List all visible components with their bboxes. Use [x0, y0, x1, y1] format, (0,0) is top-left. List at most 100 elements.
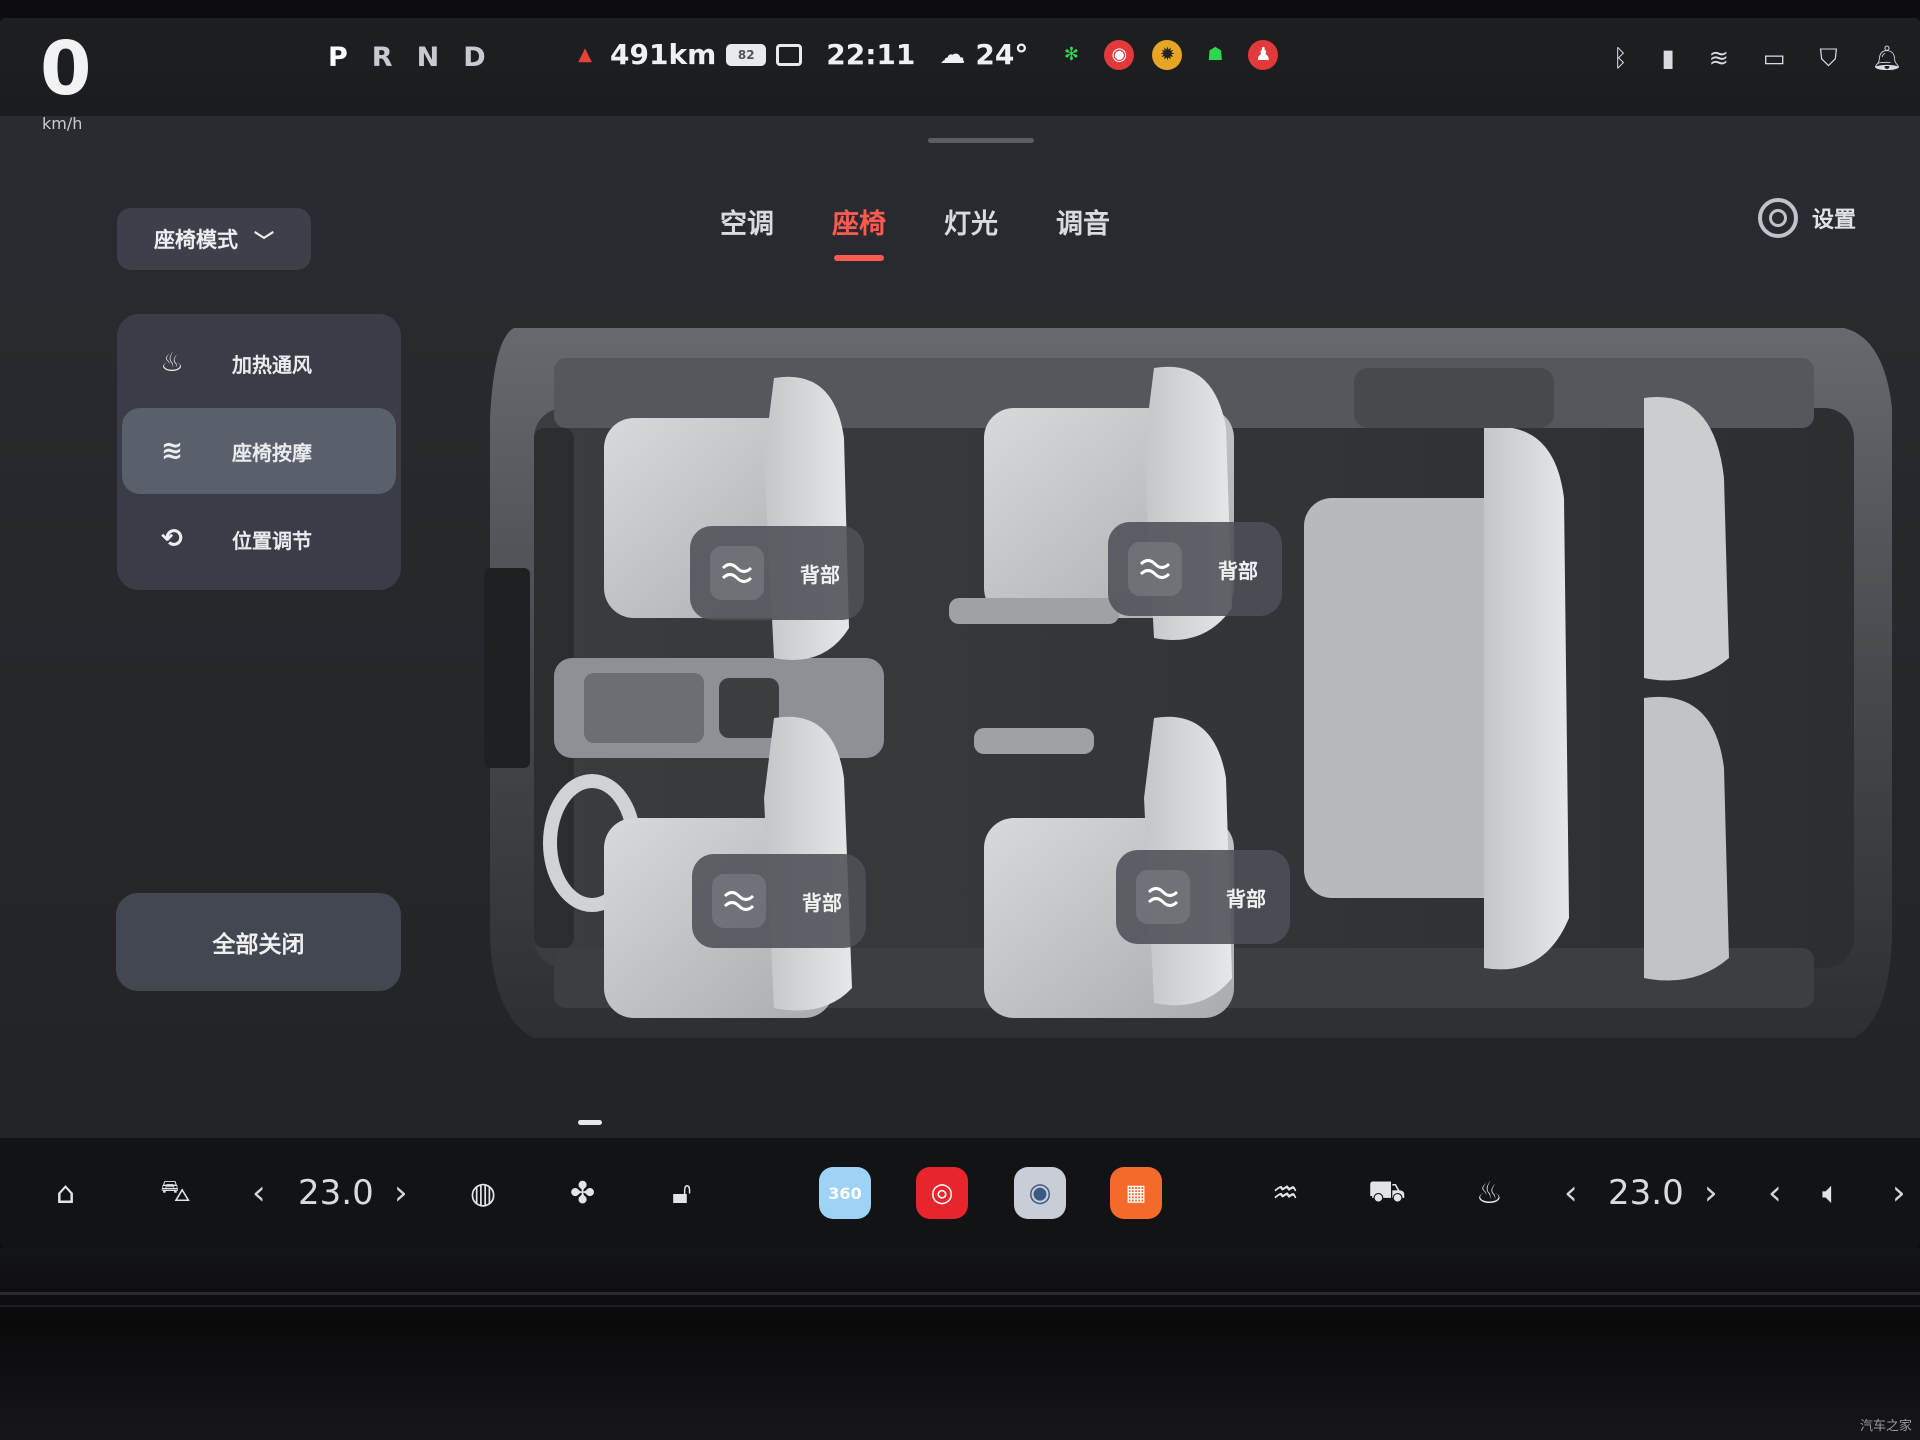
seat-mode-dropdown[interactable]: 座椅模式 ﹀	[117, 208, 311, 270]
calendar-icon	[776, 43, 803, 66]
car-mode-icon[interactable]: ⛟	[1368, 1168, 1406, 1218]
seat-massage-front-passenger-button[interactable]: 背部	[692, 854, 866, 948]
volume-decrease-button[interactable]: ‹	[1768, 1168, 1782, 1218]
tire-pressure-icon: ✹	[1152, 39, 1183, 70]
car-settings-icon[interactable]: ⛍	[160, 1168, 191, 1218]
fan-icon[interactable]: ✤	[570, 1168, 595, 1218]
seatbelt-warning-icon: ♟	[1248, 39, 1279, 70]
360-camera-app-button[interactable]: 360	[819, 1167, 871, 1219]
gear-r: R	[371, 42, 393, 73]
home-icon[interactable]: ⌂	[56, 1168, 75, 1218]
seat-massage-zone-label: 背部	[802, 890, 842, 915]
all-off-button[interactable]: 全部关闭	[116, 893, 401, 991]
speed-value: 0	[40, 26, 92, 112]
rear-defrost-icon[interactable]: ♒	[1272, 1168, 1299, 1218]
seat-function-menu: ♨ 加热通风 ≋ 座椅按摩 ⟲ 位置调节	[117, 314, 401, 590]
apps-grid-button[interactable]: ▦	[1110, 1167, 1162, 1219]
360-camera-icon: 360	[819, 1167, 871, 1219]
unlock-icon[interactable]: 🔓︎	[672, 1168, 691, 1218]
dashcam-icon[interactable]: ▭	[1763, 44, 1786, 72]
indicator-lamps: ✻ ◉ ✹ ☗ ♟	[1056, 39, 1279, 70]
assistant-icon[interactable]: ▲	[570, 40, 600, 70]
wifi-icon[interactable]: ≋	[1709, 44, 1729, 72]
massage-wave-icon	[1136, 870, 1190, 924]
clock-time: 22:11	[826, 38, 916, 71]
tab-lighting[interactable]: 灯光	[944, 202, 998, 261]
apps-grid-icon: ▦	[1110, 1167, 1162, 1219]
range-value: 491km	[610, 38, 717, 71]
360-camera-label: 360	[828, 1183, 862, 1203]
music-app-button[interactable]: ◎	[916, 1167, 968, 1219]
category-tabs: 空调 座椅 灯光 调音	[720, 202, 1110, 261]
seat-massage-driver-button[interactable]: 背部	[690, 526, 864, 620]
menu-item-heat-ventilation[interactable]: ♨ 加热通风	[122, 320, 396, 406]
seat-massage-icon: ≋	[161, 436, 183, 466]
fan-active-indicator	[578, 1120, 602, 1125]
right-temp-value: 23.0	[1608, 1173, 1684, 1213]
seatbelt-indicator-icon: ☗	[1207, 44, 1224, 65]
status-right: ᛒ ▮ ≋ ▭ ⛉ 🔔︎	[1613, 44, 1902, 72]
bezel-trim	[0, 1305, 1920, 1307]
infotainment-screen: 0 km/h P R N D ▲ 491km 82 22:11 ☁ 24° ✻ …	[0, 18, 1920, 1248]
cloud-icon: ☁	[939, 39, 966, 70]
seat-heat-icon: ♨	[160, 348, 184, 378]
menu-item-position-adjust[interactable]: ⟲ 位置调节	[122, 496, 396, 582]
left-temp-increase-button[interactable]: ›	[394, 1168, 408, 1218]
gear-p: P	[328, 42, 348, 73]
shield-icon[interactable]: ⛉	[1820, 44, 1838, 72]
menu-item-label: 加热通风	[232, 352, 312, 377]
car-cabin-illustration	[484, 328, 1892, 1038]
seat-massage-zone-label: 背部	[1218, 558, 1258, 583]
seat-massage-second-row-left-button[interactable]: 背部	[1108, 522, 1282, 616]
settings-label: 设置	[1812, 208, 1857, 233]
bluetooth-icon[interactable]: ᛒ	[1613, 44, 1627, 72]
headlight-indicator-icon: ✻	[1063, 44, 1079, 65]
watermark: 汽车之家	[1859, 1419, 1912, 1434]
tab-seat[interactable]: 座椅	[832, 202, 886, 261]
brake-warning-icon: ◉	[1104, 39, 1135, 70]
menu-item-label: 位置调节	[232, 528, 312, 553]
steering-heat-icon[interactable]: ◍	[470, 1168, 496, 1218]
volume-icon[interactable]: 🔈︎	[1822, 1168, 1840, 1218]
menu-item-massage[interactable]: ≋ 座椅按摩	[122, 408, 396, 494]
signal-icon[interactable]: ▮	[1662, 44, 1675, 72]
chevron-down-icon: ﹀	[254, 228, 274, 253]
volume-increase-button[interactable]: ›	[1892, 1168, 1906, 1218]
massage-wave-icon	[710, 546, 764, 600]
battery-icon: 82	[726, 43, 767, 66]
seat-mode-label: 座椅模式	[154, 228, 238, 252]
bezel-bottom	[0, 1248, 1920, 1440]
status-bar: 0 km/h P R N D ▲ 491km 82 22:11 ☁ 24° ✻ …	[0, 18, 1920, 133]
menu-item-label: 座椅按摩	[232, 440, 312, 465]
left-temp-value: 23.0	[298, 1173, 374, 1213]
car-top-view	[474, 298, 1894, 1058]
seat-position-icon: ⟲	[161, 524, 183, 554]
pull-handle[interactable]	[928, 138, 1034, 143]
music-icon: ◎	[916, 1167, 968, 1219]
gear-d: D	[463, 42, 486, 73]
speed-unit: km/h	[42, 114, 83, 133]
gear-icon	[1758, 198, 1798, 238]
massage-wave-icon	[712, 874, 766, 928]
status-center: ▲ 491km 82 22:11 ☁ 24° ✻ ◉ ✹ ☗ ♟	[570, 38, 1279, 71]
camera-app-button[interactable]: ◉	[1014, 1167, 1066, 1219]
gear-n: N	[416, 42, 440, 73]
right-temp-increase-button[interactable]: ›	[1704, 1168, 1718, 1218]
settings-button[interactable]: 设置	[1758, 198, 1856, 238]
seat-massage-zone-label: 背部	[1226, 886, 1266, 911]
gear-indicator: P R N D	[328, 42, 486, 73]
right-temp-decrease-button[interactable]: ‹	[1564, 1168, 1578, 1218]
seat-heat-icon[interactable]: ♨	[1476, 1168, 1503, 1218]
bell-icon[interactable]: 🔔︎	[1872, 44, 1902, 72]
tab-audio-tuning[interactable]: 调音	[1056, 202, 1110, 261]
seat-massage-zone-label: 背部	[800, 562, 840, 587]
camera-icon: ◉	[1014, 1167, 1066, 1219]
outside-temperature: 24°	[975, 38, 1029, 71]
battery-level: 82	[737, 47, 755, 62]
bezel-trim	[0, 1292, 1920, 1295]
massage-wave-icon	[1128, 542, 1182, 596]
bottom-dock: ⌂ ⛍ ‹ 23.0 › ◍ ✤ 🔓︎ 360 ◎ ◉ ▦ ♒ ⛟ ♨ ‹ 23…	[0, 1138, 1920, 1248]
tab-air-conditioning[interactable]: 空调	[720, 202, 774, 261]
seat-massage-second-row-right-button[interactable]: 背部	[1116, 850, 1290, 944]
left-temp-decrease-button[interactable]: ‹	[252, 1168, 266, 1218]
